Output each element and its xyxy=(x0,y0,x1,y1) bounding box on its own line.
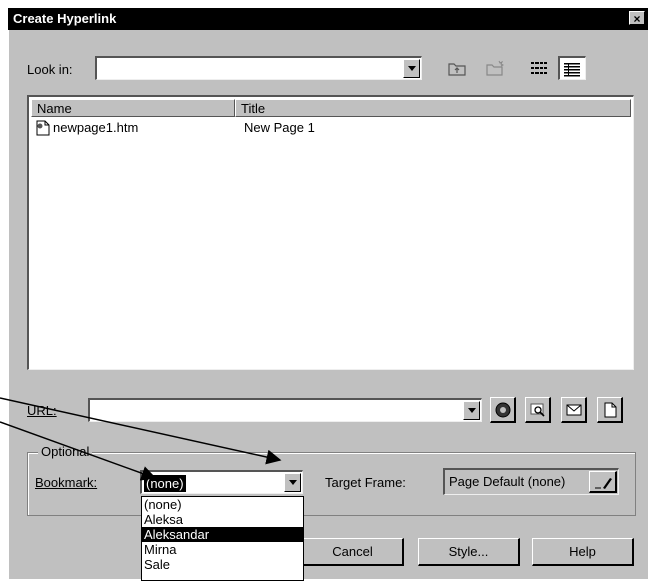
arrow-to-bookmark-field xyxy=(0,421,157,481)
arrow-to-bookmark-dropdown xyxy=(0,397,282,465)
annotation-arrows xyxy=(0,397,282,481)
